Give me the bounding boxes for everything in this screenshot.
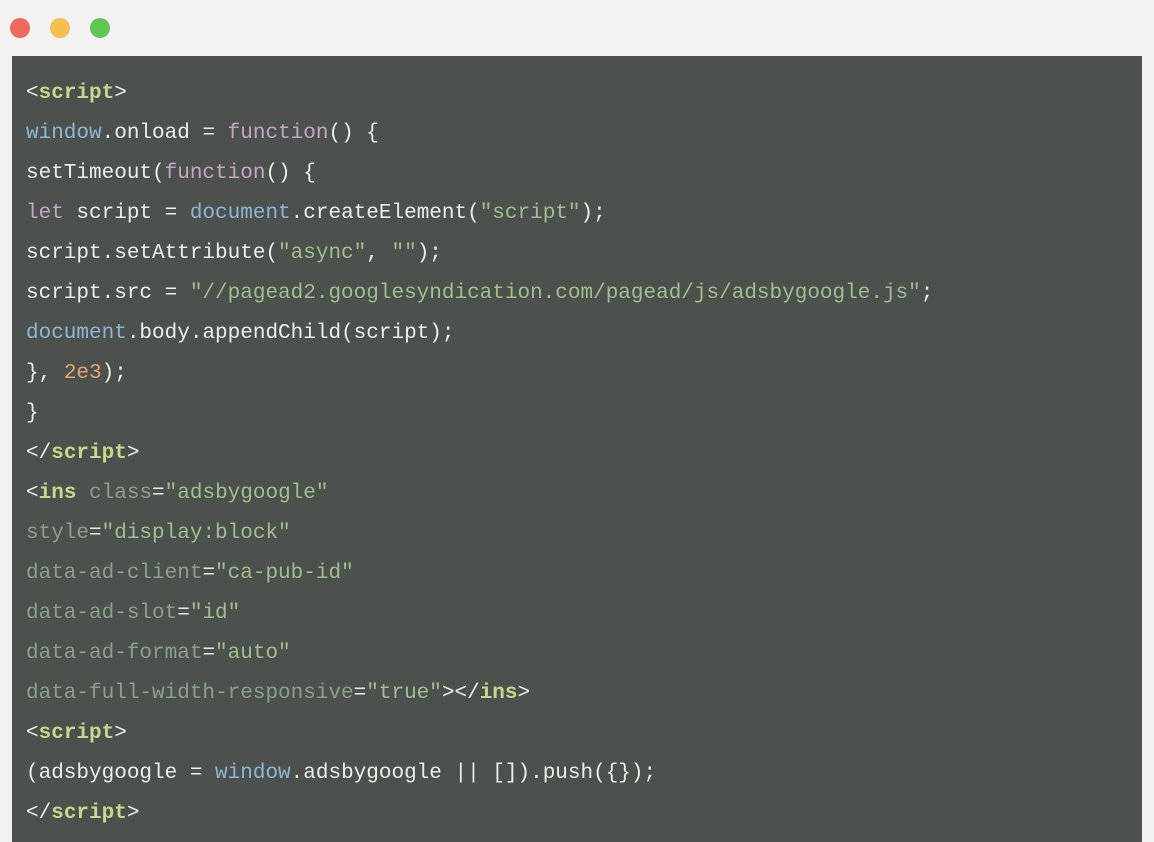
- code-token: document: [190, 202, 291, 225]
- code-token: document: [26, 322, 127, 345]
- code-token: style: [26, 522, 89, 545]
- code-token: <: [26, 722, 39, 745]
- code-token: "//pagead2.googlesyndication.com/pagead/…: [190, 282, 921, 305]
- code-token: >: [127, 802, 140, 825]
- code-token: script: [51, 802, 127, 825]
- code-token: (adsbygoogle =: [26, 762, 215, 785]
- code-line: script.src = "//pagead2.googlesyndicatio…: [26, 274, 1128, 314]
- code-token: data-full-width-responsive: [26, 682, 354, 705]
- code-token: </: [26, 802, 51, 825]
- code-token: () {: [265, 162, 315, 185]
- code-token: setTimeout(: [26, 162, 165, 185]
- code-token: );: [102, 362, 127, 385]
- code-token: let: [26, 202, 64, 225]
- code-token: >: [127, 442, 140, 465]
- code-token: "async": [278, 242, 366, 265]
- code-token: =: [177, 602, 190, 625]
- code-line: window.onload = function() {: [26, 114, 1128, 154]
- code-token: ;: [921, 282, 934, 305]
- code-line: data-ad-slot="id": [26, 594, 1128, 634]
- code-token: "script": [480, 202, 581, 225]
- code-token: >: [114, 722, 127, 745]
- code-line: <ins class="adsbygoogle": [26, 474, 1128, 514]
- code-token: =: [202, 642, 215, 665]
- code-token: [76, 482, 89, 505]
- code-token: script.setAttribute(: [26, 242, 278, 265]
- code-token: .createElement(: [291, 202, 480, 225]
- code-token: data-ad-format: [26, 642, 202, 665]
- code-line: data-ad-client="ca-pub-id": [26, 554, 1128, 594]
- minimize-icon[interactable]: [50, 18, 70, 38]
- zoom-icon[interactable]: [90, 18, 110, 38]
- code-token: >: [518, 682, 531, 705]
- code-token: .body.appendChild(script);: [127, 322, 455, 345]
- code-line: (adsbygoogle = window.adsbygoogle || [])…: [26, 754, 1128, 794]
- code-line: script.setAttribute("async", "");: [26, 234, 1128, 274]
- code-token: .adsbygoogle || []).push({});: [291, 762, 656, 785]
- code-line: setTimeout(function() {: [26, 154, 1128, 194]
- code-token: },: [26, 362, 64, 385]
- code-token: function: [165, 162, 266, 185]
- code-token: "": [391, 242, 416, 265]
- code-token: "id": [190, 602, 240, 625]
- code-token: data-ad-slot: [26, 602, 177, 625]
- code-token: 2e3: [64, 362, 102, 385]
- code-token: .onload =: [102, 122, 228, 145]
- code-token: script: [39, 722, 115, 745]
- code-line: data-ad-format="auto": [26, 634, 1128, 674]
- code-token: data-ad-client: [26, 562, 202, 585]
- code-token: =: [89, 522, 102, 545]
- code-token: "true": [366, 682, 442, 705]
- code-line: </script>: [26, 794, 1128, 834]
- code-line: data-full-width-responsive="true"></ins>: [26, 674, 1128, 714]
- code-token: () {: [328, 122, 378, 145]
- code-token: =: [152, 482, 165, 505]
- code-token: "auto": [215, 642, 291, 665]
- code-line: let script = document.createElement("scr…: [26, 194, 1128, 234]
- code-token: ></: [442, 682, 480, 705]
- titlebar: [0, 0, 1154, 56]
- code-line: document.body.appendChild(script);: [26, 314, 1128, 354]
- code-token: >: [114, 82, 127, 105]
- code-token: "adsbygoogle": [165, 482, 329, 505]
- code-token: script =: [64, 202, 190, 225]
- code-token: }: [26, 402, 39, 425]
- code-token: script: [39, 82, 115, 105]
- code-token: window: [215, 762, 291, 785]
- code-token: function: [228, 122, 329, 145]
- code-line: </script>: [26, 434, 1128, 474]
- close-icon[interactable]: [10, 18, 30, 38]
- code-token: <: [26, 482, 39, 505]
- code-token: </: [26, 442, 51, 465]
- code-token: ins: [480, 682, 518, 705]
- code-token: script: [51, 442, 127, 465]
- code-line: }: [26, 394, 1128, 434]
- code-token: );: [417, 242, 442, 265]
- code-token: "display:block": [102, 522, 291, 545]
- code-line: }, 2e3);: [26, 354, 1128, 394]
- code-token: =: [354, 682, 367, 705]
- code-window: <script>window.onload = function() {setT…: [0, 0, 1154, 842]
- code-token: class: [89, 482, 152, 505]
- code-token: =: [202, 562, 215, 585]
- code-line: <script>: [26, 714, 1128, 754]
- code-line: <script>: [26, 74, 1128, 114]
- code-token: script.src =: [26, 282, 190, 305]
- code-line: style="display:block": [26, 514, 1128, 554]
- code-token: <: [26, 82, 39, 105]
- code-token: );: [581, 202, 606, 225]
- code-token: "ca-pub-id": [215, 562, 354, 585]
- code-token: window: [26, 122, 102, 145]
- code-editor[interactable]: <script>window.onload = function() {setT…: [12, 56, 1142, 842]
- code-token: ins: [39, 482, 77, 505]
- code-token: ,: [366, 242, 391, 265]
